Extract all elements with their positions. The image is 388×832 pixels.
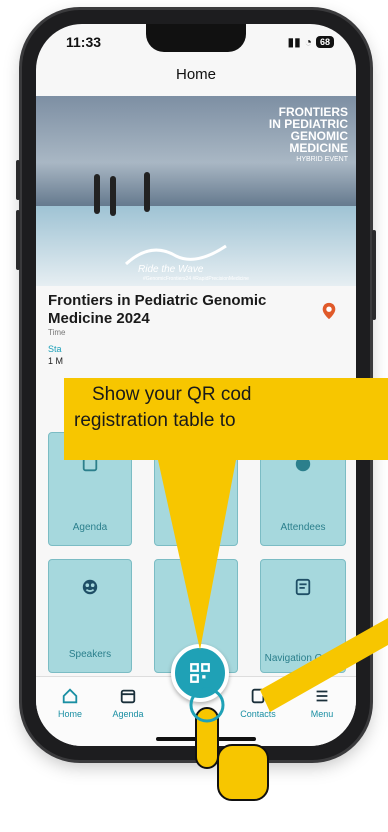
qr-code-icon — [190, 663, 210, 683]
tile-middle[interactable] — [154, 432, 238, 546]
tile-speakers[interactable]: Speakers — [48, 559, 132, 673]
status-time: 11:33 — [66, 34, 102, 50]
status-bar: 11:33 ▮▮ ◔ 68 — [36, 34, 356, 58]
banner-title: FRONTIERS IN PEDIATRIC GENOMIC MEDICINE … — [268, 105, 348, 163]
tile-attendees[interactable]: Attendees — [260, 432, 346, 546]
nav-agenda[interactable]: Agenda — [98, 687, 158, 719]
nav-home-label: Home — [57, 709, 82, 719]
svg-text:Ride the Wave: Ride the Wave — [138, 264, 204, 275]
home-indicator — [156, 737, 256, 741]
tile-label: Speakers — [68, 649, 112, 660]
side-button — [16, 160, 20, 200]
contacts-icon — [251, 688, 265, 704]
event-title: Frontiers in Pediatric Genomic Medicine … — [48, 292, 267, 327]
qr-scan-button[interactable] — [171, 644, 229, 702]
start-label: Sta — [48, 344, 62, 354]
agenda-icon — [82, 457, 98, 472]
nav-agenda-label: Agenda — [112, 709, 144, 719]
nav-contacts[interactable]: Contacts — [228, 687, 288, 719]
page-title: Home — [175, 66, 216, 83]
banner-hashtags: #GenomicFrontiers24 #RapidPrecisionMedic… — [143, 276, 249, 282]
battery-icon: 68 — [315, 36, 334, 48]
surfer-figure — [144, 172, 150, 212]
nav-menu[interactable]: Menu — [292, 687, 352, 719]
wave-logo: Ride the Wave — [124, 244, 227, 275]
globe-icon — [295, 456, 311, 472]
tile-label: Agenda — [72, 522, 108, 533]
tile-agenda[interactable]: Agenda — [48, 432, 132, 546]
tile-navigation-guide[interactable]: Navigation Guide — [260, 559, 346, 673]
nav-home[interactable]: Home — [40, 687, 100, 719]
start-value: 1 M — [48, 356, 64, 366]
home-icon — [62, 688, 78, 704]
surfer-figure — [110, 176, 116, 216]
side-button — [16, 210, 20, 270]
speakers-icon — [82, 579, 98, 595]
menu-icon — [316, 690, 328, 702]
calendar-icon — [120, 689, 136, 704]
event-time-label: Time — [48, 328, 66, 337]
tile-label: Navigation Guide — [264, 653, 342, 664]
wifi-icon: ◔ — [304, 35, 312, 49]
nav-menu-label: Menu — [310, 709, 334, 719]
map-pin-icon[interactable] — [320, 302, 338, 320]
signal-icon: ▮▮ — [287, 35, 301, 49]
surfer-figure — [94, 174, 100, 214]
tile-label: Attendees — [280, 522, 326, 533]
tooltip-text-line1: Show your QR cod — [92, 384, 252, 405]
document-icon — [295, 578, 311, 596]
tooltip-text-line2: registration table to — [74, 410, 236, 431]
nav-contacts-label: Contacts — [240, 709, 276, 719]
side-button — [372, 230, 376, 320]
event-banner[interactable]: FRONTIERS IN PEDIATRIC GENOMIC MEDICINE … — [36, 96, 356, 286]
status-icons: ▮▮ ◔ 68 — [288, 35, 334, 49]
